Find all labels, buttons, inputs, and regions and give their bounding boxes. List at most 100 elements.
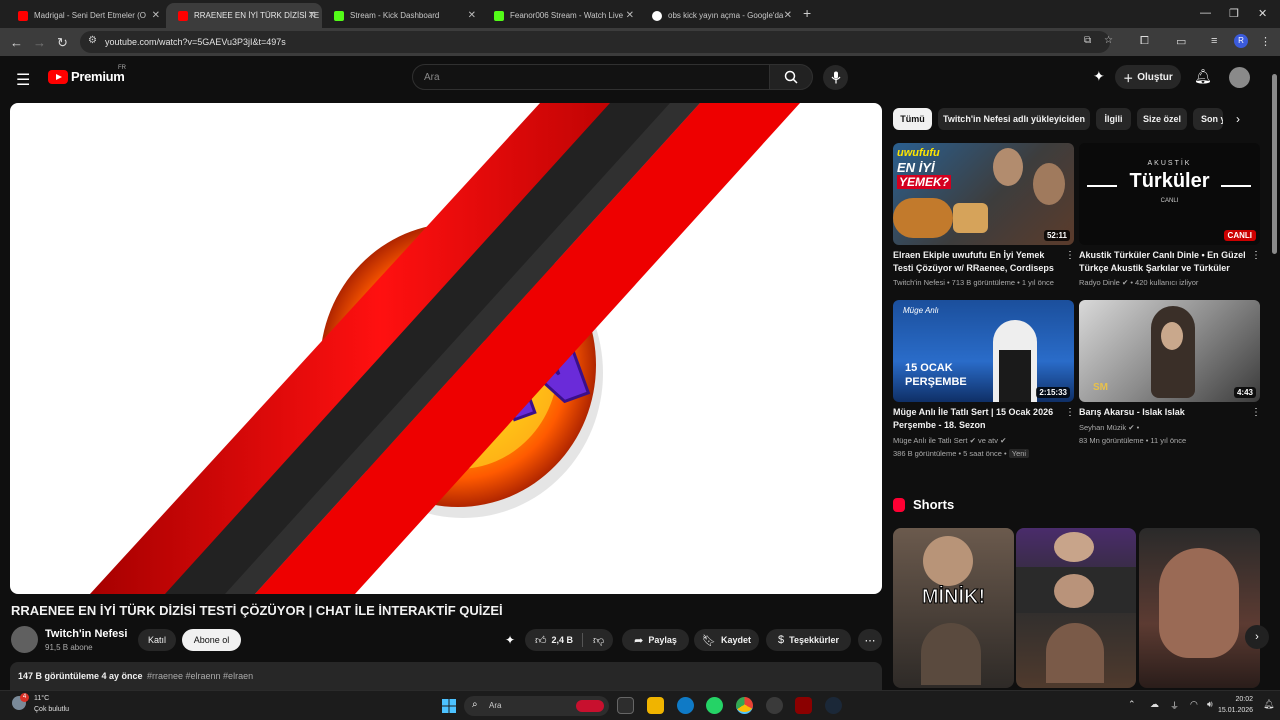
back-arrow-icon[interactable]: ←: [10, 35, 23, 50]
video-thumbnail[interactable]: SM 4:43: [1079, 300, 1260, 402]
video-thumbnail[interactable]: uwufufu EN İYİ YEMEK? 52:11: [893, 143, 1074, 245]
share-button[interactable]: ➦ Paylaş: [622, 629, 689, 651]
file-explorer-icon[interactable]: [647, 697, 664, 714]
youtube-premium-logo[interactable]: Premium FR: [48, 65, 126, 84]
chip-from-uploader[interactable]: Twitch'in Nefesi adlı yükleyiciden: [938, 108, 1090, 130]
more-vertical-icon[interactable]: ⋮: [1065, 407, 1075, 418]
extensions-puzzle-icon[interactable]: ⧠: [1140, 35, 1149, 48]
more-vertical-icon[interactable]: ⋮: [1251, 250, 1261, 261]
chip-related[interactable]: İlgili: [1096, 108, 1131, 130]
gem-icon[interactable]: ✦: [1093, 68, 1105, 85]
save-button[interactable]: 🔖︎ Kaydet: [694, 629, 759, 651]
install-app-icon[interactable]: ⧉: [1084, 35, 1091, 46]
search-input[interactable]: Ara: [412, 64, 770, 90]
browser-tab-feanor-stream[interactable]: Feanor006 Stream - Watch Live ✕: [482, 3, 640, 28]
video-card-title[interactable]: Akustik Türküler Canlı Dinle • En Güzel …: [1079, 249, 1249, 275]
recommendation-card[interactable]: uwufufu EN İYİ YEMEK? 52:11 Elraen Ekipl…: [893, 143, 1075, 293]
chevron-right-icon[interactable]: ›: [1236, 112, 1240, 126]
recommendation-card[interactable]: AKUSTİK Türküler CANLI CANLI Akustik Tür…: [1079, 143, 1261, 293]
browser-tab-kick-dashboard[interactable]: Stream - Kick Dashboard ✕: [322, 3, 482, 28]
thumbs-down-icon[interactable]: 👎︎: [593, 634, 604, 647]
reload-icon[interactable]: ↻: [57, 35, 68, 51]
forward-arrow-icon[interactable]: →: [33, 35, 46, 50]
shorts-next-arrow-icon[interactable]: ›: [1245, 625, 1269, 649]
like-count[interactable]: 2,4 B: [552, 635, 574, 645]
url-text[interactable]: youtube.com/watch?v=5GAEVu3P3jI&t=497s: [105, 37, 286, 47]
ai-sparkle-icon[interactable]: ✦: [505, 633, 515, 647]
chip-all[interactable]: Tümü: [893, 108, 932, 130]
tab-close-icon[interactable]: ✕: [468, 10, 476, 21]
channel-name[interactable]: Müge Anlı ile Tatlı Sert: [893, 436, 967, 445]
channel-name[interactable]: Twitch'in Nefesi: [893, 278, 945, 287]
notifications-bell-icon[interactable]: 🔔︎: [1194, 68, 1212, 85]
voice-search-button[interactable]: [823, 65, 848, 90]
more-vertical-icon[interactable]: ⋮: [1251, 407, 1261, 418]
video-card-title[interactable]: Müge Anlı İle Tatlı Sert | 15 Ocak 2026 …: [893, 406, 1063, 432]
channel-avatar[interactable]: [11, 626, 38, 653]
notification-bell-icon[interactable]: 🔔︎: [1263, 699, 1274, 710]
tray-overflow-chevron-icon[interactable]: ⌃: [1128, 699, 1136, 710]
chrome-browser-icon[interactable]: [736, 697, 753, 714]
create-button[interactable]: ＋ Oluştur: [1115, 65, 1181, 89]
steam-icon[interactable]: [825, 697, 842, 714]
scrollbar-thumb[interactable]: [1272, 74, 1277, 254]
short-card[interactable]: MİNİK!: [893, 528, 1014, 688]
search-button[interactable]: [769, 64, 813, 90]
system-clock[interactable]: 20:02 15.01.2026: [1218, 694, 1253, 716]
tab-close-icon[interactable]: ✕: [626, 10, 634, 21]
wifi-icon[interactable]: ◠: [1190, 699, 1198, 710]
browser-tab-google-search[interactable]: obs kick yayın açma - Google'da ✕: [640, 3, 798, 28]
sidebar-icon[interactable]: ▭: [1176, 35, 1186, 48]
tab-close-icon[interactable]: ✕: [308, 10, 316, 21]
network-icon[interactable]: ☁: [1150, 699, 1159, 710]
bookmark-star-icon[interactable]: ☆: [1104, 35, 1113, 46]
channel-name[interactable]: Radyo Dinle: [1079, 278, 1120, 287]
more-actions-button[interactable]: ⋯: [858, 629, 882, 651]
obs-studio-icon[interactable]: [766, 697, 783, 714]
video-card-title[interactable]: Barış Akarsu - Islak Islak: [1079, 406, 1249, 419]
more-vertical-icon[interactable]: ⋮: [1065, 250, 1075, 261]
whatsapp-icon[interactable]: [706, 697, 723, 714]
recommendation-card[interactable]: SM 4:43 Barış Akarsu - Islak Islak Seyha…: [1079, 300, 1261, 465]
short-card[interactable]: [1139, 528, 1260, 688]
thumbs-up-icon[interactable]: 👍︎: [535, 634, 547, 647]
site-info-icon[interactable]: ⚙: [88, 35, 97, 46]
channel-suffix[interactable]: ve atv: [978, 436, 998, 445]
new-tab-button[interactable]: +: [803, 5, 811, 21]
join-button[interactable]: Katıl: [138, 629, 176, 651]
channel-name[interactable]: Twitch'in Nefesi: [45, 628, 127, 640]
short-card[interactable]: [1016, 528, 1136, 688]
browser-tab-rraenee[interactable]: RRAENEE EN İYİ TÜRK DİZİSİ TE ✕: [166, 3, 322, 28]
address-bar[interactable]: ⚙ youtube.com/watch?v=5GAEVu3P3jI&t=497s…: [80, 31, 1113, 53]
profile-avatar[interactable]: R: [1234, 34, 1248, 48]
close-window-icon[interactable]: ✕: [1258, 7, 1267, 20]
subscribe-button[interactable]: Abone ol: [182, 629, 241, 651]
chip-recent[interactable]: Son y: [1193, 108, 1223, 130]
restore-window-icon[interactable]: ❐: [1229, 7, 1239, 20]
minimize-window-icon[interactable]: —: [1200, 7, 1211, 19]
usb-device-icon[interactable]: ⏚: [1170, 699, 1179, 712]
video-player[interactable]: IN: [10, 103, 882, 594]
taskbar-search-box[interactable]: ⌕ Ara: [464, 696, 609, 716]
chip-for-you[interactable]: Size özel: [1137, 108, 1187, 130]
tab-close-icon[interactable]: ✕: [152, 10, 160, 21]
windows-start-icon[interactable]: [440, 697, 457, 714]
account-avatar[interactable]: [1229, 67, 1250, 88]
task-view-icon[interactable]: [617, 697, 634, 714]
browser-menu-icon[interactable]: ⋮: [1260, 35, 1271, 48]
thanks-button[interactable]: $ Teşekkürler: [766, 629, 851, 651]
edge-browser-icon[interactable]: [677, 697, 694, 714]
video-thumbnail[interactable]: Müge Anlı 15 OCAK PERŞEMBE 2:15:33: [893, 300, 1074, 402]
video-card-title[interactable]: Elraen Ekiple uwufufu En İyi Yemek Testi…: [893, 249, 1063, 275]
hamburger-menu-icon[interactable]: ☰: [16, 70, 30, 90]
media-queue-icon[interactable]: ≡: [1211, 35, 1217, 47]
browser-tab-madrigal[interactable]: Madrigal - Seni Dert Etmeler (O ✕: [6, 3, 166, 28]
hashtags[interactable]: #rraenee #elraenn #elraen: [147, 671, 253, 681]
page-scrollbar[interactable]: [1272, 64, 1277, 689]
tab-close-icon[interactable]: ✕: [784, 10, 792, 21]
red-app-icon[interactable]: [795, 697, 812, 714]
recommendation-card[interactable]: Müge Anlı 15 OCAK PERŞEMBE 2:15:33 Müge …: [893, 300, 1075, 465]
channel-name[interactable]: Seyhan Müzik: [1079, 423, 1126, 432]
volume-icon[interactable]: 🔊︎: [1207, 699, 1213, 710]
description-box[interactable]: 147 B görüntüleme 4 ay önce #rraenee #el…: [10, 662, 882, 690]
